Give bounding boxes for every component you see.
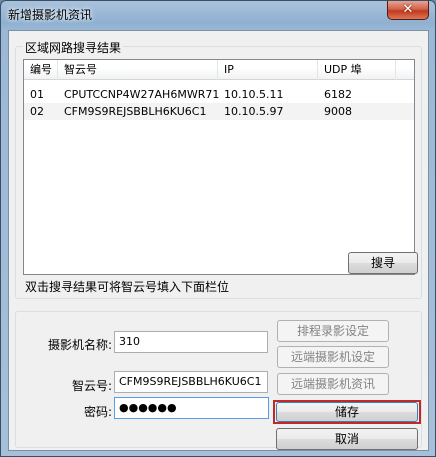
close-icon: ✕	[402, 2, 414, 17]
column-header-udp-port[interactable]: UDP 埠	[318, 60, 396, 80]
hint-text: 双击搜寻结果可将智云号填入下面栏位	[25, 280, 230, 294]
schedule-recording-settings-button[interactable]: 排程录影设定	[277, 320, 389, 342]
close-button[interactable]: ✕	[387, 1, 429, 20]
row-id: 01	[30, 88, 44, 101]
list-header: 编号 智云号 IP UDP 埠	[24, 60, 414, 80]
camera-name-input[interactable]: 310	[114, 331, 268, 353]
camera-name-label: 摄影机名称:	[47, 338, 112, 352]
row-ip: 10.10.5.11	[224, 88, 284, 101]
search-results-list[interactable]: 编号 智云号 IP UDP 埠 01 CPUTCCNP4W27AH6MWR71 …	[23, 59, 415, 275]
row-cloud-id: CFM9S9REJSBBLH6KU6C1	[64, 105, 207, 118]
column-header-ip[interactable]: IP	[218, 60, 318, 80]
remote-camera-info-button[interactable]: 远端摄影机资讯	[277, 373, 389, 395]
row-cloud-id: CPUTCCNP4W27AH6MWR71	[64, 88, 220, 101]
row-ip: 10.10.5.97	[224, 105, 284, 118]
save-button[interactable]: 储存	[276, 402, 418, 422]
remote-camera-settings-button[interactable]: 远端摄影机设定	[277, 346, 389, 368]
column-header-id[interactable]: 编号	[24, 60, 58, 80]
title-bar[interactable]: 新增摄影机资讯 ✕	[1, 1, 435, 27]
search-results-group-label: 区域网路搜寻结果	[23, 39, 124, 56]
cancel-button[interactable]: 取消	[276, 428, 418, 450]
cloud-id-input[interactable]: CFM9S9REJSBBLH6KU6C1	[114, 371, 268, 393]
password-label: 密码:	[83, 405, 112, 419]
table-row[interactable]: 02 CFM9S9REJSBBLH6KU6C1 10.10.5.97 9008	[24, 103, 414, 120]
search-button[interactable]: 搜寻	[348, 252, 418, 274]
row-udp-port: 6182	[324, 88, 352, 101]
row-id: 02	[30, 105, 44, 118]
cloud-id-label: 智云号:	[71, 379, 112, 393]
table-row[interactable]: 01 CPUTCCNP4W27AH6MWR71 10.10.5.11 6182	[24, 86, 414, 103]
password-input[interactable]: ●●●●●●	[114, 397, 269, 419]
row-udp-port: 9008	[324, 105, 352, 118]
dialog-window: 新增摄影机资讯 ✕ 区域网路搜寻结果 编号 智云号 IP UDP 埠 01 CP…	[0, 0, 436, 457]
window-title: 新增摄影机资讯	[8, 8, 93, 22]
column-header-cloud-id[interactable]: 智云号	[58, 60, 218, 80]
dialog-client-area: 区域网路搜寻结果 编号 智云号 IP UDP 埠 01 CPUTCCNP4W27…	[8, 30, 429, 451]
